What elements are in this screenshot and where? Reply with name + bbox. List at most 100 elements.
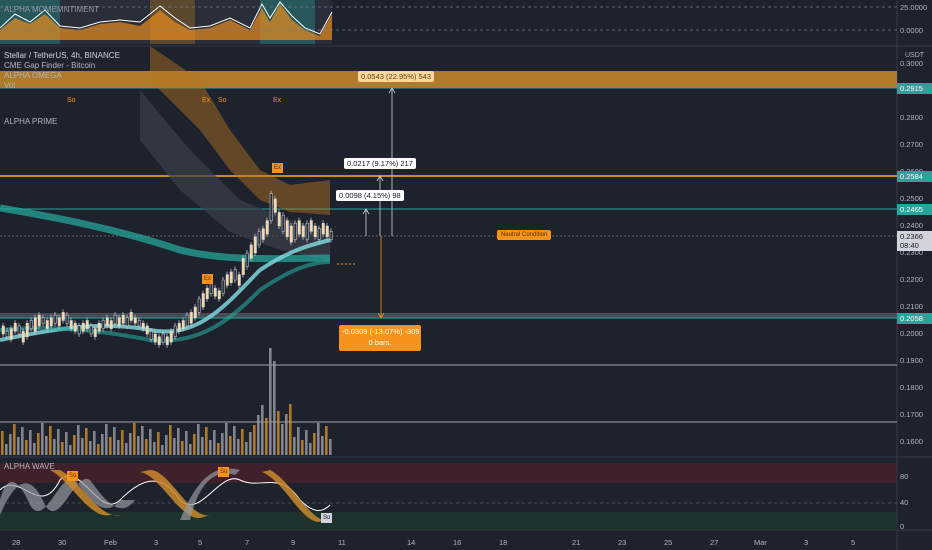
volume-bar [309, 443, 312, 455]
volume-bar [193, 434, 196, 455]
measure-low-box[interactable]: 0.0098 (4.15%) 98 [336, 190, 404, 201]
ex-marker-2: Ex [273, 97, 282, 104]
volume-bar [185, 431, 188, 455]
so-marker-2: So [218, 97, 227, 104]
support-zone [0, 313, 897, 318]
measure-top-box[interactable]: 0.0543 (22.95%) 543 [358, 71, 435, 82]
candle-body [233, 268, 237, 281]
volume-bar [89, 441, 92, 455]
volume-bar [285, 414, 288, 455]
candle-body [221, 279, 225, 294]
symbol-legend[interactable]: Stellar / TetherUS, 4h, BINANCE [4, 51, 120, 61]
measure-mid-box[interactable]: 0.0217 (9.17%) 217 [344, 158, 416, 169]
volume-bar [269, 348, 272, 455]
volume-bar [5, 444, 8, 455]
candle-body [149, 331, 153, 340]
candle-body [289, 225, 293, 243]
candle-body [141, 322, 145, 329]
volume-bar [77, 425, 80, 455]
candle-body [197, 298, 201, 313]
volume-bar [65, 432, 68, 455]
candle-body [89, 325, 93, 335]
time-tick-label: Mar [754, 538, 767, 547]
volume-bar [57, 429, 60, 455]
ex-flag-low: Ex [202, 274, 214, 284]
price-tick-label: 0.1800 [900, 383, 923, 392]
volume-bar [257, 415, 260, 455]
candle-body [93, 328, 97, 337]
candle-body [325, 225, 329, 238]
volume-bar [137, 436, 140, 455]
time-tick-label: Feb [104, 538, 117, 547]
time-tick-label: 5 [198, 538, 203, 547]
volume-bar [33, 443, 36, 455]
price-tag: 0.2584 [897, 171, 932, 182]
ma-band-fast [0, 238, 331, 342]
candle-body [69, 320, 73, 329]
candle-body [209, 282, 213, 294]
time-tick-label: 28 [12, 538, 21, 547]
volume-bar [213, 430, 216, 455]
chart-canvas[interactable] [0, 0, 932, 550]
chart-stage[interactable]: ALPHA MOMEMNTIMENT Stellar / TetherUS, 4… [0, 0, 932, 550]
volume-bar [233, 426, 236, 455]
volume-bar [281, 424, 284, 455]
vol-legend[interactable]: Vol [4, 81, 15, 91]
candle-body [305, 223, 309, 240]
candle-body [153, 333, 157, 343]
volume-bar [249, 432, 252, 455]
time-tick-label: 3 [154, 538, 159, 547]
volume-bar [177, 428, 180, 455]
price-tag: 0.2465 [897, 204, 932, 215]
candle-body [41, 317, 45, 324]
candle-body [61, 312, 65, 321]
price-tick-label: 0.2800 [900, 113, 923, 122]
candle-body [45, 320, 49, 329]
volume-bar [85, 428, 88, 455]
volume-bar [229, 436, 232, 455]
price-tag: 08:40 [897, 240, 932, 251]
volume-bar [125, 443, 128, 455]
candle-body [109, 320, 113, 329]
omega-legend[interactable]: ALPHA OMEGA [4, 71, 62, 81]
momentum-legend[interactable]: ALPHA MOMEMNTIMENT [4, 5, 99, 15]
candle-body [57, 317, 61, 327]
candle-body [65, 314, 69, 324]
candle-body [133, 317, 137, 324]
candle-body [37, 314, 41, 327]
ma-band-mid [0, 260, 331, 343]
momentum-tick-label: 0.0000 [900, 26, 923, 35]
volume-bar [301, 440, 304, 455]
wave-legend[interactable]: ALPHA WAVE [4, 462, 55, 472]
ex-flag-top: Ex [272, 163, 284, 173]
volume-bar [265, 418, 268, 455]
wave-tick-label: 80 [900, 472, 909, 481]
candle-body [269, 193, 273, 221]
volume-bar [237, 439, 240, 455]
price-tag: 0.2058 [897, 313, 932, 324]
volume-bar [133, 423, 136, 455]
price-tick-label: 0.2400 [900, 221, 923, 230]
candle-body [229, 271, 233, 283]
volume-bar [173, 438, 176, 455]
wave-tick-label: 0 [900, 522, 905, 531]
volume-bar [317, 423, 320, 455]
volume-bar [217, 443, 220, 455]
candle-body [125, 317, 129, 327]
neutral-condition-label[interactable]: Neutral Condition [497, 230, 552, 240]
candle-body [173, 325, 177, 337]
candle-body [49, 317, 53, 327]
measure-down-box[interactable]: -0.0309 (-13.07%) -309 0 bars. [339, 325, 421, 351]
candle-body [9, 328, 13, 340]
price-tag: 0.2915 [897, 83, 932, 94]
volume-bar [241, 429, 244, 455]
candle-body [165, 336, 169, 346]
wave-so-flag-2: So [218, 467, 230, 477]
cme-legend[interactable]: CME Gap Finder - Bitcoin [4, 61, 95, 71]
prime-legend[interactable]: ALPHA PRIME [4, 117, 57, 127]
candle-body [25, 322, 29, 337]
volume-bar [209, 440, 212, 455]
volume-bar [37, 433, 40, 455]
candle-body [285, 220, 289, 238]
volume-bar [93, 431, 96, 455]
